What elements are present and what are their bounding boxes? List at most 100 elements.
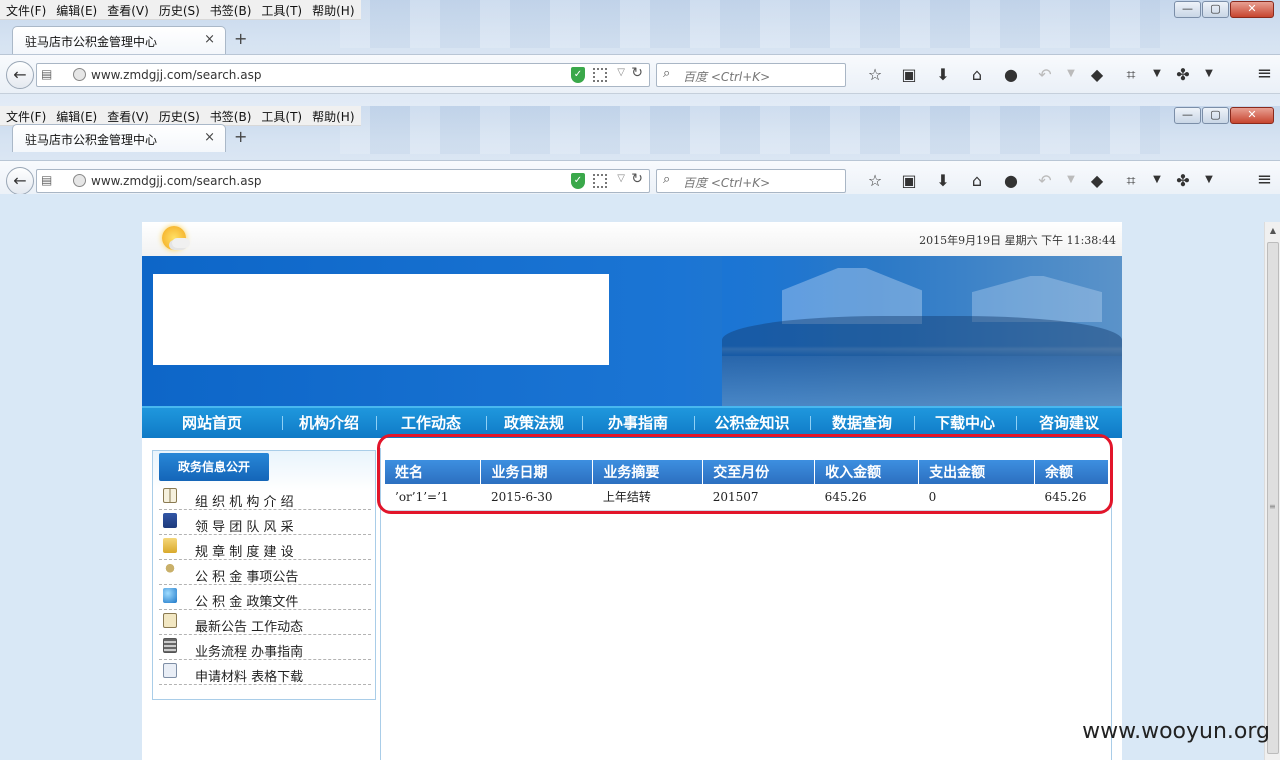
sidebar-item-label: 公 积 金 政策文件 — [195, 595, 299, 610]
reading-list-icon[interactable]: ▣ — [892, 171, 926, 191]
undo-dropdown-icon[interactable]: ▼ — [1062, 171, 1080, 191]
home-icon[interactable]: ⌂ — [960, 171, 994, 191]
nav-about[interactable]: 机构介绍 — [282, 408, 376, 438]
sidebar-item-regulations[interactable]: 规 章 制 度 建 设 — [159, 535, 371, 560]
search-icon: ⌕ — [663, 66, 671, 81]
hamburger-menu-icon[interactable]: ≡ — [1257, 63, 1272, 84]
nav-toolbar: ← ▤ www.zmdgjj.com/search.asp ✓ ▽ ↻ ⌕ 百度… — [0, 54, 1280, 94]
sidebar-item-latest-news[interactable]: 最新公告 工作动态 — [159, 610, 371, 635]
close-window-button[interactable]: ✕ — [1230, 1, 1274, 18]
dropdown-icon[interactable]: ▽ — [617, 173, 625, 184]
bookmark-star-icon[interactable]: ☆ — [858, 65, 892, 85]
chat-icon[interactable]: ● — [994, 171, 1028, 191]
pin-icon — [163, 563, 177, 578]
vertical-scrollbar[interactable]: ▲ ≡ — [1264, 222, 1280, 760]
reload-icon[interactable]: ↻ — [631, 171, 643, 187]
folder-icon — [163, 538, 177, 553]
toolbar-icons: ☆ ▣ ⬇ ⌂ ● ↶ ▼ ◆ ⌗ ▼ ✤ ▼ — [858, 65, 1218, 85]
reading-list-icon[interactable]: ▣ — [892, 65, 926, 85]
header-banner — [142, 256, 1122, 406]
back-button[interactable]: ← — [6, 167, 34, 194]
nav-toolbar: ← ▤ www.zmdgjj.com/search.asp ✓ ▽ ↻ ⌕ 百度… — [0, 160, 1280, 194]
menu-help[interactable]: 帮助(H) — [308, 0, 360, 19]
browser-chrome-duplicate: 文件(F) 编辑(E) 查看(V) 历史(S) 书签(B) 工具(T) 帮助(H… — [0, 106, 1280, 194]
sidebar-item-leadership[interactable]: 领 导 团 队 风 采 — [159, 510, 371, 535]
menu-bar: 文件(F) 编辑(E) 查看(V) 历史(S) 书签(B) 工具(T) 帮助(H… — [0, 0, 361, 20]
browser-chrome-top: 文件(F) 编辑(E) 查看(V) 历史(S) 书签(B) 工具(T) 帮助(H… — [0, 0, 1280, 106]
book-icon — [163, 488, 177, 503]
back-button[interactable]: ← — [6, 61, 34, 89]
menu-edit[interactable]: 编辑(E) — [52, 0, 103, 19]
crop-dropdown-icon[interactable]: ▼ — [1148, 171, 1166, 191]
comment-icon[interactable]: ◆ — [1080, 171, 1114, 191]
browser-tab[interactable]: 驻马店市公积金管理中心 × — [12, 26, 226, 54]
url-text[interactable]: www.zmdgjj.com/search.asp — [91, 174, 261, 188]
nav-home[interactable]: 网站首页 — [142, 408, 282, 438]
sidebar-list: 组 织 机 构 介 绍 领 导 团 队 风 采 规 章 制 度 建 设 公 积 … — [159, 485, 371, 685]
menu-tools[interactable]: 工具(T) — [257, 0, 308, 19]
download-icon[interactable]: ⬇ — [926, 65, 960, 85]
sidebar-item-organization[interactable]: 组 织 机 构 介 绍 — [159, 485, 371, 510]
menu-bookmarks[interactable]: 书签(B) — [206, 0, 258, 19]
sidebar-item-process-guide[interactable]: 业务流程 办事指南 — [159, 635, 371, 660]
new-tab-icon[interactable]: + — [234, 29, 247, 48]
sidebar-item-label: 组 织 机 构 介 绍 — [195, 495, 294, 510]
banner-trees — [722, 316, 1122, 356]
url-bar[interactable]: ▤ www.zmdgjj.com/search.asp ✓ ▽ ↻ — [36, 63, 650, 87]
sidebar-item-announcements[interactable]: 公 积 金 事项公告 — [159, 560, 371, 585]
menu-history[interactable]: 历史(S) — [155, 0, 206, 19]
shield-icon[interactable]: ✓ — [571, 67, 585, 83]
extension-dropdown-icon[interactable]: ▼ — [1200, 171, 1218, 191]
banner-water-reflection — [722, 356, 1122, 406]
reload-icon[interactable]: ↻ — [631, 65, 643, 81]
sidebar-item-label: 最新公告 工作动态 — [195, 620, 304, 635]
close-tab-icon[interactable]: × — [204, 130, 215, 145]
shield-icon[interactable]: ✓ — [571, 173, 585, 189]
undo-icon[interactable]: ↶ — [1028, 171, 1062, 191]
minimize-button[interactable]: — — [1174, 1, 1201, 18]
tab-title: 驻马店市公积金管理中心 — [25, 35, 158, 49]
current-datetime: 2015年9月19日 星期六 下午 11:38:44 — [919, 234, 1116, 247]
download-icon[interactable]: ⬇ — [926, 171, 960, 191]
close-tab-icon[interactable]: × — [204, 32, 215, 47]
dropdown-icon[interactable]: ▽ — [617, 67, 625, 78]
menu-file[interactable]: 文件(F) — [2, 0, 52, 19]
clipboard-icon — [163, 613, 177, 628]
sidebar-item-label: 领 导 团 队 风 采 — [195, 520, 294, 535]
extension-icon[interactable]: ✤ — [1166, 65, 1200, 85]
blue-book-icon — [163, 513, 177, 528]
search-bar[interactable]: ⌕ 百度 <Ctrl+K> — [656, 169, 846, 193]
watermark-text: www.wooyun.org — [1082, 719, 1270, 744]
undo-dropdown-icon[interactable]: ▼ — [1062, 65, 1080, 85]
crop-icon[interactable]: ⌗ — [1114, 65, 1148, 85]
extension-icon[interactable]: ✤ — [1166, 171, 1200, 191]
menu-view[interactable]: 查看(V) — [103, 0, 155, 19]
sidebar-item-label: 申请材料 表格下载 — [195, 670, 304, 685]
globe-icon — [73, 174, 86, 187]
tab-strip: 驻马店市公积金管理中心 × + — [0, 24, 1280, 54]
crop-icon[interactable]: ⌗ — [1114, 171, 1148, 191]
hamburger-menu-icon[interactable]: ≡ — [1257, 169, 1272, 190]
qr-code-icon[interactable] — [593, 174, 607, 188]
comment-icon[interactable]: ◆ — [1080, 65, 1114, 85]
highlight-annotation-ring — [377, 434, 1113, 514]
home-icon[interactable]: ⌂ — [960, 65, 994, 85]
browser-tab[interactable]: 驻马店市公积金管理中心 × — [12, 124, 226, 152]
undo-icon[interactable]: ↶ — [1028, 65, 1062, 85]
scroll-up-icon[interactable]: ▲ — [1265, 226, 1280, 235]
sidebar-item-policy-docs[interactable]: 公 积 金 政策文件 — [159, 585, 371, 610]
maximize-button[interactable]: ▢ — [1202, 1, 1229, 18]
scrollbar-thumb[interactable] — [1267, 242, 1279, 754]
url-text[interactable]: www.zmdgjj.com/search.asp — [91, 68, 261, 82]
window-controls: — ▢ ✕ — [1174, 1, 1274, 18]
tab-title: 驻马店市公积金管理中心 — [25, 133, 158, 147]
sidebar-item-forms-download[interactable]: 申请材料 表格下载 — [159, 660, 371, 685]
new-tab-icon[interactable]: + — [234, 127, 247, 146]
extension-dropdown-icon[interactable]: ▼ — [1200, 65, 1218, 85]
crop-dropdown-icon[interactable]: ▼ — [1148, 65, 1166, 85]
qr-code-icon[interactable] — [593, 68, 607, 82]
chat-icon[interactable]: ● — [994, 65, 1028, 85]
bookmark-star-icon[interactable]: ☆ — [858, 171, 892, 191]
url-bar[interactable]: ▤ www.zmdgjj.com/search.asp ✓ ▽ ↻ — [36, 169, 650, 193]
search-bar[interactable]: ⌕ 百度 <Ctrl+K> — [656, 63, 846, 87]
